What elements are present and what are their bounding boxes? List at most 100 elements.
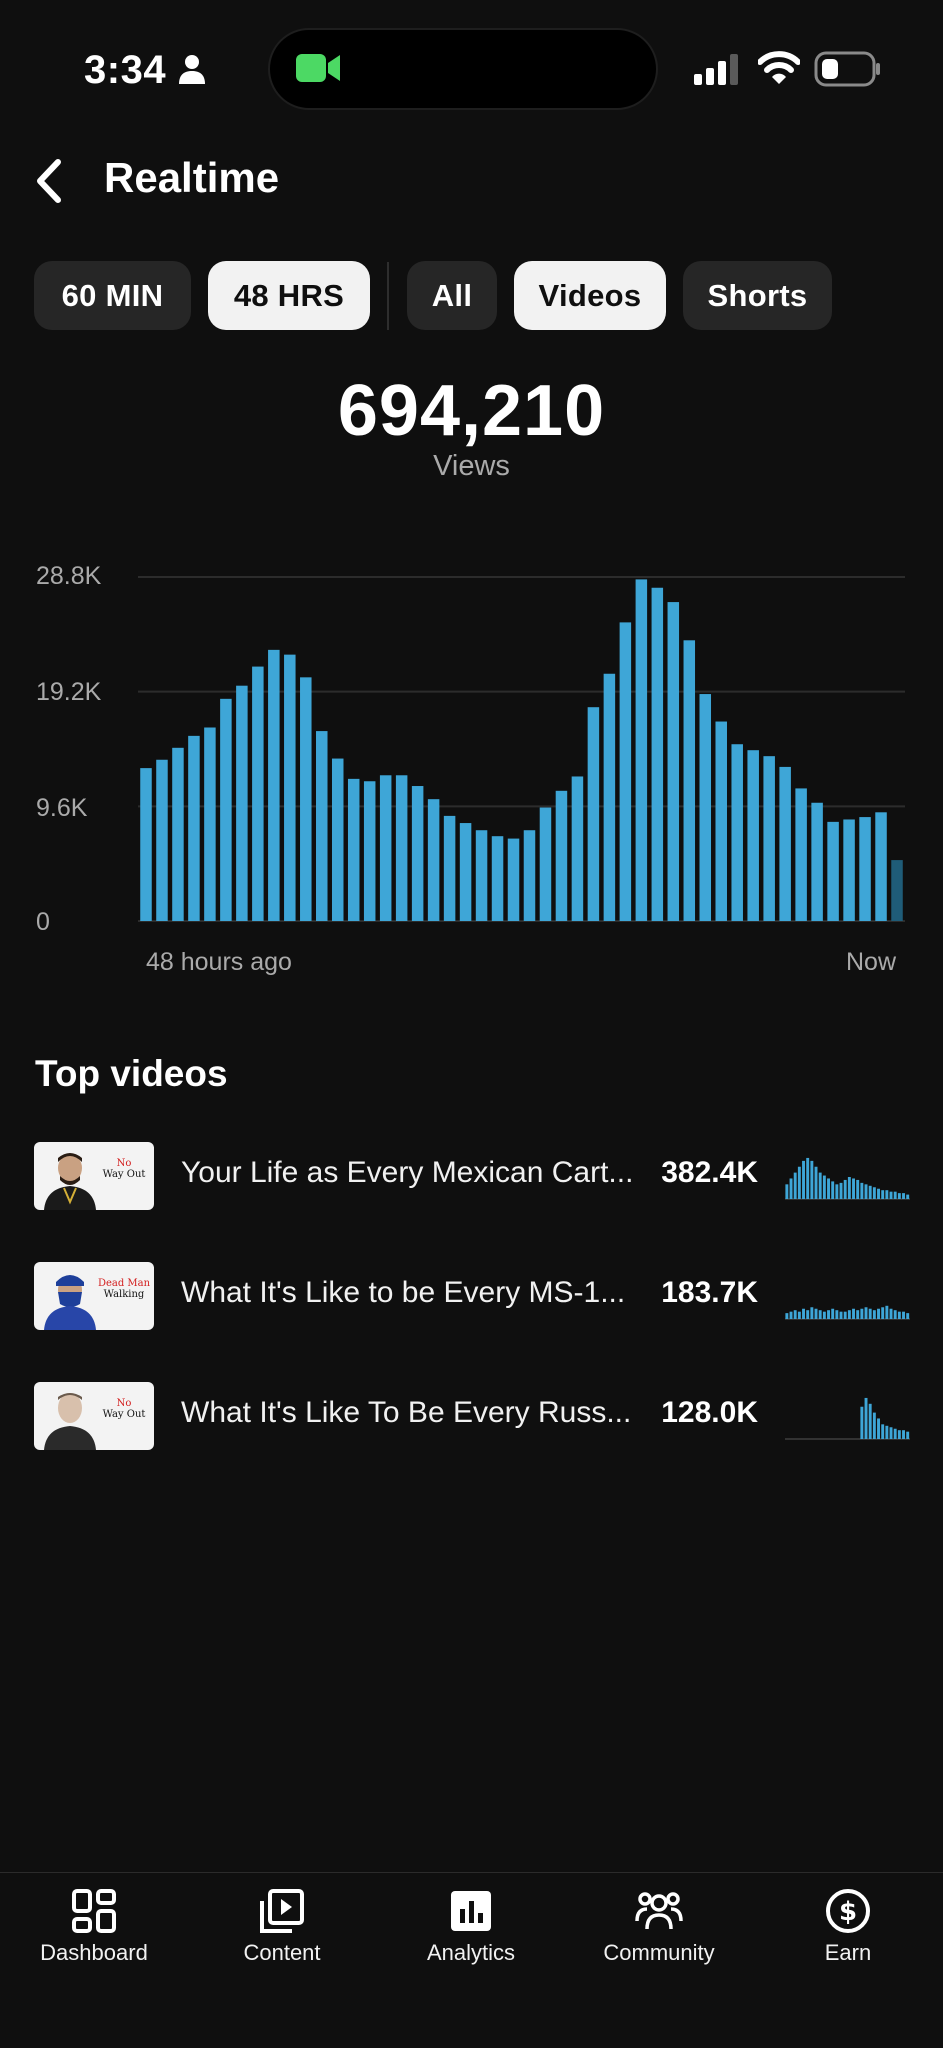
sparkline-bar xyxy=(831,1181,835,1199)
chart-bar[interactable] xyxy=(347,778,360,921)
chart-bar[interactable] xyxy=(763,756,775,921)
sparkline-bar xyxy=(893,1191,897,1199)
chart-bar[interactable] xyxy=(459,823,472,921)
chart-bar[interactable] xyxy=(188,735,200,921)
chart-bar[interactable] xyxy=(156,759,168,921)
chart-bar[interactable] xyxy=(236,685,248,921)
chart-bar[interactable] xyxy=(427,799,440,921)
video-title: What It's Like to be Every MS-1... xyxy=(181,1276,626,1309)
x-end-label: Now xyxy=(845,948,896,976)
chart-bar[interactable] xyxy=(140,768,152,921)
sparkline-bar xyxy=(822,1175,826,1199)
chart-bar[interactable] xyxy=(204,727,216,922)
sparkline-bar xyxy=(789,1178,793,1199)
chart-bar[interactable] xyxy=(331,758,344,921)
sparkline-bar xyxy=(897,1193,901,1199)
chart-bar[interactable] xyxy=(491,836,504,921)
battery-icon xyxy=(814,51,880,87)
chart-bar[interactable] xyxy=(603,673,616,921)
chart-bar[interactable] xyxy=(683,640,696,921)
chart-bar[interactable] xyxy=(747,750,759,921)
sparkline-bar xyxy=(814,1308,818,1319)
chart-bar[interactable] xyxy=(811,802,823,921)
sparkline-bar xyxy=(877,1418,880,1439)
total-views-value: 694,210 xyxy=(337,371,606,451)
video-thumbnail: Dead Man Walking xyxy=(34,1262,154,1330)
y-tick-label: 0 xyxy=(36,908,50,936)
chart-bar[interactable] xyxy=(779,766,791,921)
sparkline-bar xyxy=(831,1308,835,1319)
chip-shorts[interactable]: Shorts xyxy=(683,261,832,330)
chart-bar[interactable] xyxy=(715,721,727,921)
bottom-nav: Dashboard Content Analytics Community $ … xyxy=(0,1872,943,2048)
chart-bar[interactable] xyxy=(475,830,488,921)
chart-bar[interactable] xyxy=(891,860,903,921)
sparkline-bar xyxy=(839,1182,843,1199)
status-time: 3:34 xyxy=(84,48,167,92)
chart-bar[interactable] xyxy=(411,786,424,921)
wifi-icon xyxy=(758,51,800,84)
sparkline-bar xyxy=(881,1190,885,1199)
chip-all[interactable]: All xyxy=(407,261,497,330)
nav-dashboard[interactable]: Dashboard xyxy=(0,1873,188,2013)
chart-bar[interactable] xyxy=(268,649,280,921)
total-views-label: Views xyxy=(433,450,510,482)
chart-bar[interactable] xyxy=(875,812,887,921)
header: Realtime xyxy=(0,140,943,220)
chart-bar[interactable] xyxy=(795,788,807,921)
sparkline-bar xyxy=(877,1188,880,1199)
back-arrow-icon[interactable] xyxy=(30,158,70,204)
top-video-row[interactable]: Dead Man Walking What It's Like to be Ev… xyxy=(0,1262,943,1332)
chart-bar[interactable] xyxy=(587,707,600,921)
chart-bar[interactable] xyxy=(395,775,408,921)
chart-bar[interactable] xyxy=(363,781,376,921)
chart-bar[interactable] xyxy=(651,587,664,921)
chip-videos[interactable]: Videos xyxy=(514,261,666,330)
sparkline-bar xyxy=(814,1166,818,1199)
chart-bar[interactable] xyxy=(635,579,648,921)
sparkline-bar xyxy=(827,1178,830,1199)
chip-48-hrs[interactable]: 48 HRS xyxy=(208,261,370,330)
chart-bar[interactable] xyxy=(300,677,312,921)
top-video-row[interactable]: No Way Out What It's Like To Be Every Ru… xyxy=(0,1382,943,1452)
nav-label: Analytics xyxy=(426,1940,516,1965)
thumbnail-caption: No Way Out xyxy=(102,1398,146,1420)
nav-community[interactable]: Community xyxy=(565,1873,753,2013)
chart-bar[interactable] xyxy=(379,775,392,921)
thumbnail-caption: Dead Man Walking xyxy=(97,1278,151,1300)
sparkline-bar xyxy=(868,1185,872,1199)
sparkline-bar xyxy=(893,1428,897,1439)
nav-earn[interactable]: $ Earn xyxy=(754,1873,942,2013)
sparkline-bar xyxy=(802,1308,805,1319)
chart-bar[interactable] xyxy=(507,838,520,921)
chart-bar[interactable] xyxy=(667,602,680,921)
community-icon xyxy=(635,1892,683,1930)
chart-bar[interactable] xyxy=(731,744,743,921)
top-video-row[interactable]: No Way Out Your Life as Every Mexican Ca… xyxy=(0,1142,943,1212)
nav-content[interactable]: Content xyxy=(188,1873,376,2013)
chart-bar[interactable] xyxy=(252,666,264,921)
chart-bar[interactable] xyxy=(443,815,456,921)
chip-60-min[interactable]: 60 MIN xyxy=(34,261,191,330)
x-start-label: 48 hours ago xyxy=(146,948,292,976)
sparkline-bar xyxy=(881,1424,885,1439)
chart-bar[interactable] xyxy=(859,817,871,921)
chart-bar[interactable] xyxy=(619,622,632,921)
chart-bar[interactable] xyxy=(699,694,712,921)
sparkline-bar xyxy=(897,1311,901,1319)
sparkline-bar xyxy=(860,1406,864,1439)
chart-bar[interactable] xyxy=(827,821,839,921)
chart-bar[interactable] xyxy=(220,698,232,921)
chart-bar[interactable] xyxy=(523,830,536,921)
chart-bar[interactable] xyxy=(555,790,568,921)
video-views: 183.7K xyxy=(661,1276,758,1309)
sparkline-bar xyxy=(818,1172,822,1199)
chart-bar[interactable] xyxy=(539,807,552,921)
chart-bar[interactable] xyxy=(316,731,328,921)
chart-bar[interactable] xyxy=(284,654,296,921)
nav-analytics[interactable]: Analytics xyxy=(377,1873,565,2013)
sparkline-bar xyxy=(889,1191,893,1199)
chart-bar[interactable] xyxy=(571,776,584,921)
chart-bar[interactable] xyxy=(843,819,855,921)
chart-bar[interactable] xyxy=(172,747,184,921)
